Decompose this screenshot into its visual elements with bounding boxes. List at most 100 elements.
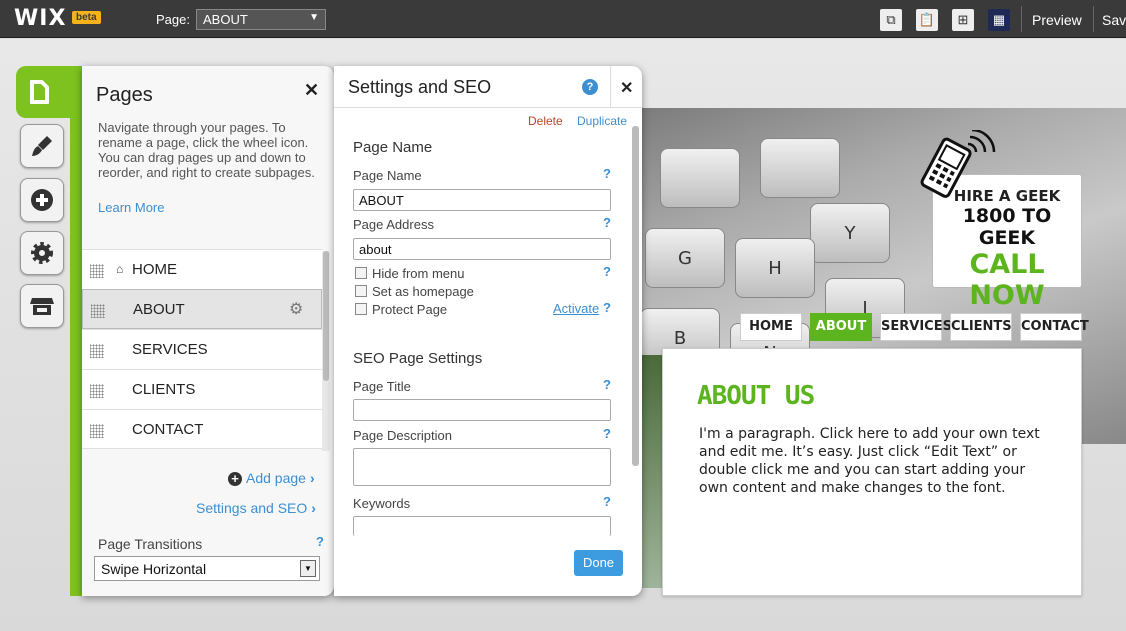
page-item-home[interactable]: ⌂ HOME bbox=[82, 249, 322, 289]
divider bbox=[1093, 6, 1094, 32]
save-button[interactable]: Save bbox=[1102, 12, 1126, 28]
wix-logo: WIX bbox=[14, 6, 67, 31]
settings-seo-link[interactable]: Settings and SEO › bbox=[196, 500, 316, 516]
layout-icon[interactable]: ▦ bbox=[988, 9, 1010, 31]
about-heading[interactable]: ABOUT US bbox=[697, 381, 815, 411]
about-paragraph[interactable]: I'm a paragraph. Click here to add your … bbox=[699, 425, 1049, 497]
delete-link[interactable]: Delete bbox=[528, 114, 563, 128]
page-description-textarea[interactable] bbox=[353, 448, 611, 486]
page-description-label: Page Description bbox=[353, 428, 452, 443]
content-box[interactable]: ABOUT US I'm a paragraph. Click here to … bbox=[662, 348, 1082, 596]
page-item-contact[interactable]: CONTACT bbox=[82, 409, 322, 449]
plus-circle-icon bbox=[31, 189, 53, 211]
site-nav-about[interactable]: ABOUT bbox=[810, 313, 872, 341]
key-image: H bbox=[735, 238, 815, 298]
page-address-input[interactable]: about bbox=[353, 238, 611, 260]
page-transitions-value: Swipe Horizontal bbox=[101, 561, 207, 577]
key-image bbox=[760, 138, 840, 198]
page-name-label: Page Name bbox=[353, 168, 422, 183]
key-image bbox=[660, 148, 740, 208]
beta-badge: beta bbox=[72, 11, 101, 24]
preview-button[interactable]: Preview bbox=[1032, 12, 1082, 28]
help-icon[interactable]: ? bbox=[603, 300, 611, 315]
site-nav-services[interactable]: SERVICES bbox=[880, 313, 952, 341]
divider bbox=[610, 66, 611, 108]
banner-line-2: 1800 TO GEEK bbox=[962, 205, 1052, 249]
add-button[interactable] bbox=[20, 178, 64, 222]
duplicate-link[interactable]: Duplicate bbox=[577, 114, 627, 128]
paste-icon[interactable]: 📋 bbox=[916, 9, 938, 31]
page-item-services[interactable]: SERVICES bbox=[82, 329, 322, 369]
page-title-input[interactable] bbox=[353, 399, 611, 421]
scrollbar-thumb[interactable] bbox=[323, 251, 329, 381]
close-icon[interactable]: ✕ bbox=[304, 80, 319, 101]
protect-page-checkbox[interactable] bbox=[355, 303, 367, 315]
hide-from-menu-label: Hide from menu bbox=[372, 266, 465, 281]
drag-handle-icon[interactable] bbox=[90, 264, 104, 278]
help-icon[interactable]: ? bbox=[603, 166, 611, 181]
phone-icon bbox=[920, 130, 996, 198]
panel-scrollbar[interactable] bbox=[632, 126, 639, 466]
drag-handle-icon[interactable] bbox=[90, 384, 104, 398]
help-icon[interactable]: ? bbox=[603, 377, 611, 392]
panel-header: Settings and SEO ? ✕ bbox=[334, 66, 642, 108]
gear-icon bbox=[31, 242, 53, 264]
page-item-clients[interactable]: CLIENTS bbox=[82, 369, 322, 409]
keywords-input[interactable] bbox=[353, 516, 611, 536]
drag-handle-icon[interactable] bbox=[91, 304, 105, 318]
help-icon[interactable]: ? bbox=[316, 534, 324, 549]
page-select-value: ABOUT bbox=[203, 12, 248, 27]
help-icon[interactable]: ? bbox=[603, 494, 611, 509]
plus-icon: + bbox=[228, 472, 242, 486]
page-list: ⌂ HOME ABOUT ⚙ SERVICES CLIENTS CONTACT bbox=[82, 249, 322, 449]
gear-icon[interactable]: ⚙ bbox=[289, 299, 303, 319]
page-item-label: CLIENTS bbox=[132, 381, 196, 398]
chevron-right-icon: › bbox=[311, 500, 316, 516]
set-homepage-label: Set as homepage bbox=[372, 284, 474, 299]
settings-button[interactable] bbox=[20, 231, 64, 275]
done-button[interactable]: Done bbox=[574, 550, 623, 576]
chevron-down-icon: ▼ bbox=[309, 12, 319, 23]
site-nav-clients[interactable]: CLIENTS bbox=[950, 313, 1012, 341]
key-image: Y bbox=[810, 203, 890, 263]
hide-from-menu-checkbox[interactable] bbox=[355, 267, 367, 279]
help-icon[interactable]: ? bbox=[582, 79, 598, 95]
drag-handle-icon[interactable] bbox=[90, 424, 104, 438]
settings-seo-panel: Settings and SEO ? ✕ Delete Duplicate Pa… bbox=[334, 66, 642, 596]
seo-section-title: SEO Page Settings bbox=[353, 350, 483, 367]
site-nav-home[interactable]: HOME bbox=[740, 313, 802, 341]
top-bar: WIX beta Page: ABOUT ▼ ⧉ 📋 ⊞ ▦ Preview Sa… bbox=[0, 0, 1126, 38]
page-title-label: Page Title bbox=[353, 379, 411, 394]
page-item-about[interactable]: ABOUT ⚙ bbox=[82, 289, 322, 329]
settings-seo-label: Settings and SEO bbox=[196, 500, 308, 516]
pages-panel: Pages ✕ Navigate through your pages. To … bbox=[82, 66, 334, 596]
help-icon[interactable]: ? bbox=[603, 426, 611, 441]
help-icon[interactable]: ? bbox=[603, 264, 611, 279]
page-icon bbox=[30, 80, 49, 104]
grid-icon[interactable]: ⊞ bbox=[952, 9, 974, 31]
page-transitions-label: Page Transitions bbox=[98, 536, 203, 552]
chevron-right-icon: › bbox=[309, 470, 315, 486]
site-nav-contact[interactable]: CONTACT bbox=[1020, 313, 1089, 341]
drag-handle-icon[interactable] bbox=[90, 344, 104, 358]
app-market-button[interactable] bbox=[20, 284, 64, 328]
page-item-label: ABOUT bbox=[133, 301, 185, 318]
page-label: Page: bbox=[156, 12, 190, 27]
banner-line-3: CALL NOW bbox=[969, 249, 1045, 311]
page-transitions-select[interactable]: Swipe Horizontal ▼ bbox=[94, 556, 320, 581]
page-select[interactable]: ABOUT ▼ bbox=[196, 9, 326, 30]
pages-panel-title: Pages bbox=[96, 84, 153, 106]
add-page-link[interactable]: + Add page › bbox=[228, 470, 315, 486]
page-name-input[interactable]: ABOUT bbox=[353, 189, 611, 211]
help-icon[interactable]: ? bbox=[603, 215, 611, 230]
page-list-scrollbar[interactable] bbox=[322, 251, 330, 451]
add-page-label: Add page bbox=[246, 470, 306, 486]
learn-more-link[interactable]: Learn More bbox=[98, 200, 164, 215]
set-homepage-checkbox[interactable] bbox=[355, 285, 367, 297]
activate-link[interactable]: Activate bbox=[553, 301, 599, 316]
page-item-label: SERVICES bbox=[132, 341, 208, 358]
pages-help-text: Navigate through your pages. To rename a… bbox=[98, 120, 315, 180]
design-button[interactable] bbox=[20, 124, 64, 168]
copy-icon[interactable]: ⧉ bbox=[880, 9, 902, 31]
close-icon[interactable]: ✕ bbox=[620, 78, 633, 98]
